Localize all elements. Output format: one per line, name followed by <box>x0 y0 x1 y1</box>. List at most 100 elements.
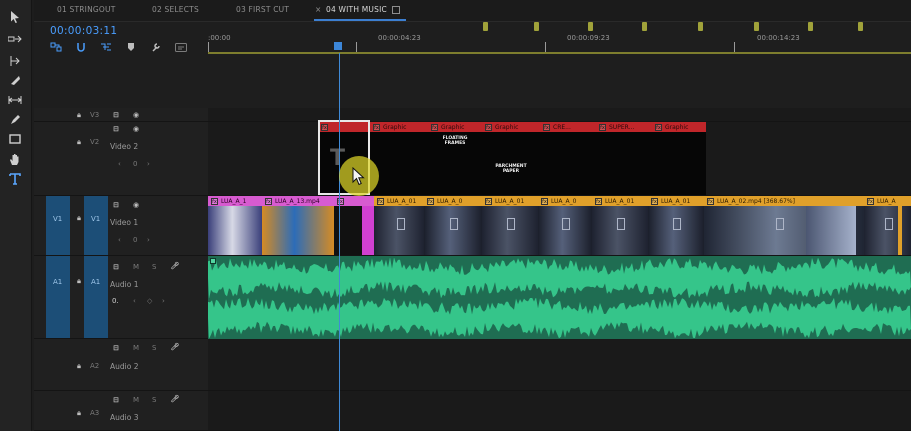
keyframe-prev-icon[interactable]: ‹ <box>118 236 121 244</box>
track-label-a3[interactable]: A3 <box>90 409 99 417</box>
razor-tool-icon[interactable] <box>6 71 24 89</box>
rectangle-tool-icon[interactable] <box>6 130 24 148</box>
audio-clip[interactable] <box>208 256 911 339</box>
timeline-marker[interactable] <box>588 22 593 31</box>
mute-button[interactable]: M <box>133 263 139 271</box>
eye-icon[interactable]: ◉ <box>131 110 141 120</box>
linked-selection-icon[interactable] <box>100 41 112 53</box>
eye-icon[interactable]: ◉ <box>131 124 141 134</box>
v2-graphic-clip[interactable]: fx SUPER... <box>596 122 652 195</box>
lock-icon[interactable]: 🔒︎ <box>74 110 84 120</box>
track-label-a2[interactable]: A2 <box>90 362 99 370</box>
clip-thumbnail: PARCHMENT PAPER <box>482 132 540 195</box>
v2-graphic-clip[interactable]: fx Graphic FLOATING FRAMES <box>428 122 482 195</box>
timeline-marker[interactable] <box>698 22 703 31</box>
mute-button[interactable]: M <box>133 396 139 404</box>
v1-video-clip[interactable]: fx LUA_A <box>864 196 911 255</box>
v1-video-clip[interactable]: fx LUA_A_13.mp4 <box>262 196 334 255</box>
v1-video-clip[interactable]: fx LUA_A_01 <box>648 196 704 255</box>
lock-icon[interactable]: 🔒︎ <box>74 213 84 223</box>
solo-button[interactable]: S <box>152 263 156 271</box>
microphone-icon[interactable]: 🎤︎ <box>170 261 180 271</box>
v1-video-clip[interactable]: fx LUA_A_1 <box>208 196 262 255</box>
time-ruler[interactable]: :00:00 00:00:04:23 00:00:09:23 00:00:14:… <box>208 22 911 55</box>
v2-graphic-clip[interactable]: fx Graphic <box>652 122 706 195</box>
v1-video-clip[interactable]: fx LUA_A_0 <box>424 196 482 255</box>
mute-button[interactable]: M <box>133 344 139 352</box>
source-patch-v1[interactable] <box>46 196 70 255</box>
v2-graphic-clip[interactable]: fx CRE... <box>540 122 596 195</box>
playhead-line[interactable] <box>339 53 340 431</box>
tab-02-selects[interactable]: 02 SELECTS <box>152 5 199 19</box>
hand-tool-icon[interactable] <box>6 150 24 168</box>
panel-menu-icon[interactable] <box>392 6 400 14</box>
sync-lock-icon[interactable]: ⊟ <box>111 343 121 353</box>
keyframe-next-icon[interactable]: › <box>147 160 150 168</box>
track-content-v2[interactable]: fx Tfx Graphic fx Graphic FLOATING FRAMES fx Gr… <box>208 122 911 196</box>
track-content-a2[interactable] <box>208 339 911 391</box>
timeline-marker[interactable] <box>754 22 759 31</box>
sync-lock-icon[interactable]: ⊟ <box>111 262 121 272</box>
v1-video-clip[interactable]: fx LUA_A_01 <box>482 196 538 255</box>
source-patch-a1[interactable] <box>46 256 70 338</box>
sync-lock-icon[interactable]: ⊟ <box>111 110 121 120</box>
snap-icon[interactable] <box>75 41 87 53</box>
work-area-bar[interactable] <box>208 52 911 54</box>
ripple-edit-tool-icon[interactable] <box>6 52 24 70</box>
track-content-a3[interactable] <box>208 391 911 431</box>
track-target-a1[interactable] <box>84 256 108 338</box>
eye-icon[interactable]: ◉ <box>131 200 141 210</box>
keyframe-prev-icon[interactable]: ‹ <box>118 160 121 168</box>
wrench-icon[interactable] <box>150 41 162 53</box>
tab-04-with-music[interactable]: 04 WITH MUSIC <box>326 5 387 19</box>
playhead-handle[interactable] <box>334 42 342 50</box>
solo-button[interactable]: S <box>152 396 156 404</box>
timeline-marker[interactable] <box>642 22 647 31</box>
timeline-marker[interactable] <box>534 22 539 31</box>
sync-lock-icon[interactable]: ⊟ <box>111 124 121 134</box>
playhead-timecode[interactable]: 00:00:03:11 <box>50 25 117 37</box>
v1-video-clip[interactable]: fx <box>334 196 374 255</box>
timeline-marker[interactable] <box>858 22 863 31</box>
pen-tool-icon[interactable] <box>6 111 24 129</box>
keyframe-prev-icon[interactable]: ‹ <box>133 297 136 305</box>
track-label-v2[interactable]: V2 <box>90 138 99 146</box>
v1-video-clip[interactable]: fx LUA_A_02.mp4 [368.67%] <box>704 196 864 255</box>
tab-close-icon[interactable]: × <box>315 5 321 19</box>
keyframe-add-icon[interactable]: ◇ <box>147 297 152 305</box>
tab-01-stringout[interactable]: 01 STRINGOUT <box>57 5 116 19</box>
microphone-icon[interactable]: 🎤︎ <box>170 342 180 352</box>
tab-03-first-cut[interactable]: 03 FIRST CUT <box>236 5 289 19</box>
sync-lock-icon[interactable]: ⊟ <box>111 200 121 210</box>
timeline-marker[interactable] <box>808 22 813 31</box>
sync-lock-icon[interactable]: ⊟ <box>111 395 121 405</box>
type-tool-icon[interactable] <box>6 170 24 188</box>
clip-label: Graphic <box>665 123 689 131</box>
timeline-marker[interactable] <box>483 22 488 31</box>
insert-sequence-as-nest-icon[interactable] <box>50 41 62 53</box>
slip-tool-icon[interactable] <box>6 91 24 109</box>
captions-icon[interactable] <box>175 41 187 53</box>
track-label-v3[interactable]: V3 <box>90 111 99 119</box>
v2-graphic-clip[interactable]: fx Graphic <box>370 122 428 195</box>
microphone-icon[interactable]: 🎤︎ <box>170 394 180 404</box>
clip-header: fx CRE... <box>540 122 596 132</box>
track-content-v1[interactable]: fx LUA_A_1 fx LUA_A_13.mp4 fx fx LUA_A_01 fx LUA… <box>208 196 911 256</box>
lock-icon[interactable]: 🔒︎ <box>74 361 84 371</box>
v1-video-clip[interactable]: fx LUA_A_0 <box>538 196 592 255</box>
track-content-a1[interactable] <box>208 256 911 339</box>
lock-icon[interactable]: 🔒︎ <box>74 408 84 418</box>
selection-tool-icon[interactable] <box>6 8 24 26</box>
lock-icon[interactable]: 🔒︎ <box>74 137 84 147</box>
solo-button[interactable]: S <box>152 344 156 352</box>
track-select-tool-icon[interactable] <box>6 30 24 48</box>
track-target-v1[interactable] <box>84 196 108 255</box>
v1-video-clip[interactable]: fx LUA_A_01 <box>592 196 648 255</box>
lock-icon[interactable]: 🔒︎ <box>74 276 84 286</box>
keyframe-next-icon[interactable]: › <box>162 297 165 305</box>
v1-video-clip[interactable]: fx LUA_A_01 <box>374 196 424 255</box>
keyframe-next-icon[interactable]: › <box>147 236 150 244</box>
v2-graphic-clip[interactable]: fx Graphic PARCHMENT PAPER <box>482 122 540 195</box>
add-marker-icon[interactable] <box>125 41 137 53</box>
track-content-v3[interactable] <box>208 108 911 122</box>
